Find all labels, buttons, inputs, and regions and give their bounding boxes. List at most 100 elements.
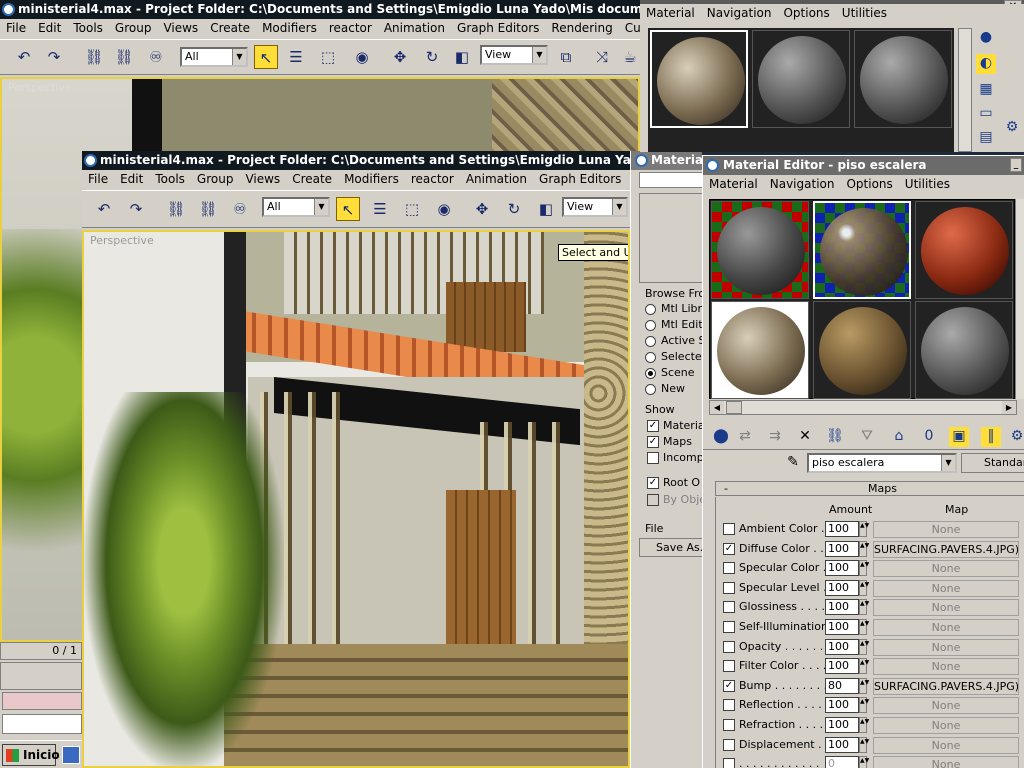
scale-icon[interactable]: ◧ xyxy=(450,45,474,69)
menu-item-graph-editors[interactable]: Graph Editors xyxy=(533,170,627,189)
bind-spacewarp-icon[interactable]: ♾ xyxy=(144,45,168,69)
map-enable-checkbox[interactable]: ✓ xyxy=(723,679,735,692)
map-enable-checkbox[interactable] xyxy=(723,640,735,653)
sample-type-icon[interactable]: ● xyxy=(976,28,996,48)
map-enable-checkbox[interactable] xyxy=(723,719,735,731)
front-perspective-viewport[interactable]: Perspective Select and Uniform Scale xyxy=(82,230,630,768)
map-enable-checkbox[interactable] xyxy=(723,699,735,712)
menu-item-views[interactable]: Views xyxy=(239,170,286,189)
rotate-icon[interactable]: ↻ xyxy=(420,45,444,69)
material-slot-6[interactable] xyxy=(915,301,1013,399)
select-by-name-icon[interactable]: ☰ xyxy=(284,45,308,69)
map-slot-button[interactable]: None xyxy=(873,521,1019,538)
spinner-arrows-icon[interactable]: ▲▼ xyxy=(859,560,869,577)
back-ref-coord[interactable]: View ▼ xyxy=(480,45,548,65)
assign-to-selection-icon[interactable]: ⇉ xyxy=(765,427,785,447)
select-by-name-icon[interactable]: ☰ xyxy=(368,197,392,221)
menu-item-tools[interactable]: Tools xyxy=(67,19,109,38)
material-slot-1[interactable] xyxy=(711,201,809,299)
menu-item-modifiers[interactable]: Modifiers xyxy=(338,170,405,189)
map-amount-spinner[interactable]: 100 xyxy=(825,717,859,733)
browse-radio-mtl-libra[interactable] xyxy=(645,304,656,315)
menu-item-group[interactable]: Group xyxy=(109,19,158,38)
rotate-icon[interactable]: ↻ xyxy=(502,197,526,221)
link-icon[interactable]: ⛓ xyxy=(164,197,188,221)
front-ref-coord[interactable]: View ▼ xyxy=(562,197,628,217)
spinner-arrows-icon[interactable]: ▲▼ xyxy=(859,756,869,768)
menu-item-graph-editors[interactable]: Graph Editors xyxy=(451,19,545,38)
menu-item-material[interactable]: Material xyxy=(703,175,764,194)
map-enable-checkbox[interactable] xyxy=(723,738,735,751)
menu-item-reactor[interactable]: reactor xyxy=(323,19,378,38)
menu-item-group[interactable]: Group xyxy=(191,170,240,189)
window-crossing-icon[interactable]: ◉ xyxy=(350,45,374,69)
map-slot-button[interactable]: None xyxy=(873,619,1019,636)
map-slot-button[interactable]: None xyxy=(873,756,1019,768)
map-slot-button[interactable]: None xyxy=(873,658,1019,676)
material-slot-default[interactable] xyxy=(752,30,850,128)
scroll-thumb[interactable] xyxy=(726,401,742,414)
map-enable-checkbox[interactable] xyxy=(723,758,735,768)
map-enable-checkbox[interactable] xyxy=(723,581,735,594)
material-slot-5[interactable] xyxy=(813,301,911,399)
select-object-icon[interactable]: ↖ xyxy=(254,45,278,69)
put-to-library-icon[interactable]: ⛛ xyxy=(857,427,877,447)
move-icon[interactable]: ✥ xyxy=(388,45,412,69)
maps-rollout-header[interactable]: - Maps xyxy=(715,481,1024,496)
map-slot-button[interactable]: None xyxy=(873,736,1019,754)
scroll-right-arrow[interactable]: ▶ xyxy=(1002,401,1016,414)
menu-item-tools[interactable]: Tools xyxy=(149,170,191,189)
by-object-checkbox[interactable] xyxy=(647,494,659,506)
undo-icon[interactable]: ↶ xyxy=(92,197,116,221)
menu-item-navigation[interactable]: Navigation xyxy=(701,4,778,23)
unlink-icon[interactable]: ⛓ xyxy=(112,45,136,69)
track-bar[interactable] xyxy=(0,662,82,690)
show-checkbox-materia[interactable]: ✓ xyxy=(647,420,659,432)
menu-item-file[interactable]: File xyxy=(0,19,32,38)
undo-icon[interactable]: ↶ xyxy=(12,45,36,69)
menu-item-file[interactable]: File xyxy=(82,170,114,189)
go-to-parent-icon[interactable]: ⚙ xyxy=(1007,427,1024,447)
top-editor-scrollbar[interactable] xyxy=(958,28,972,152)
menu-item-options[interactable]: Options xyxy=(840,175,898,194)
menu-item-views[interactable]: Views xyxy=(157,19,204,38)
browser-search-field[interactable] xyxy=(639,172,702,188)
status-input-field[interactable] xyxy=(2,714,82,734)
bind-spacewarp-icon[interactable]: ♾ xyxy=(228,197,252,221)
window-crossing-icon[interactable]: ◉ xyxy=(432,197,456,221)
map-amount-spinner[interactable]: 100 xyxy=(825,697,859,714)
menu-item-edit[interactable]: Edit xyxy=(32,19,67,38)
spinner-arrows-icon[interactable]: ▲▼ xyxy=(859,638,869,655)
map-amount-spinner[interactable]: 100 xyxy=(825,579,859,596)
scroll-left-arrow[interactable]: ◀ xyxy=(710,401,724,414)
sample-uv-tiling-icon[interactable]: ▭ xyxy=(976,104,996,124)
spinner-arrows-icon[interactable]: ▲▼ xyxy=(859,579,869,596)
menu-item-navigation[interactable]: Navigation xyxy=(764,175,841,194)
material-slot-default[interactable] xyxy=(854,30,952,128)
browse-radio-scene[interactable] xyxy=(645,368,656,379)
material-name-field[interactable]: piso escalera ▼ xyxy=(807,453,957,473)
material-effects-channel-icon[interactable]: ⌂ xyxy=(889,427,909,447)
rect-region-icon[interactable]: ⬚ xyxy=(400,197,424,221)
backlight-icon[interactable]: ◐ xyxy=(976,54,996,74)
material-id-icon[interactable]: 0 xyxy=(919,427,939,447)
browse-radio-mtl-edito[interactable] xyxy=(645,320,656,331)
rollout-collapse-toggle[interactable]: - xyxy=(724,482,728,495)
map-amount-spinner[interactable]: 100 xyxy=(825,658,859,675)
save-as-button[interactable]: Save As. xyxy=(639,538,702,557)
map-amount-spinner[interactable]: 100 xyxy=(825,599,859,616)
show-end-result-icon[interactable]: ‖ xyxy=(981,427,1001,447)
map-slot-button[interactable]: None xyxy=(873,579,1019,597)
menu-item-animation[interactable]: Animation xyxy=(460,170,533,189)
select-object-icon[interactable]: ↖ xyxy=(336,197,360,221)
scale-icon[interactable]: ◧ xyxy=(534,197,558,221)
start-button[interactable]: Inicio xyxy=(2,744,60,766)
quicklaunch-icon[interactable] xyxy=(62,746,80,764)
map-amount-spinner[interactable]: 100 xyxy=(825,540,859,557)
root-only-checkbox[interactable]: ✓ xyxy=(647,477,659,489)
front-selection-filter[interactable]: All ▼ xyxy=(262,197,330,217)
spinner-arrows-icon[interactable]: ▲▼ xyxy=(859,717,869,733)
map-enable-checkbox[interactable] xyxy=(723,601,735,614)
spinner-arrows-icon[interactable]: ▲▼ xyxy=(859,599,869,616)
map-enable-checkbox[interactable] xyxy=(723,660,735,673)
